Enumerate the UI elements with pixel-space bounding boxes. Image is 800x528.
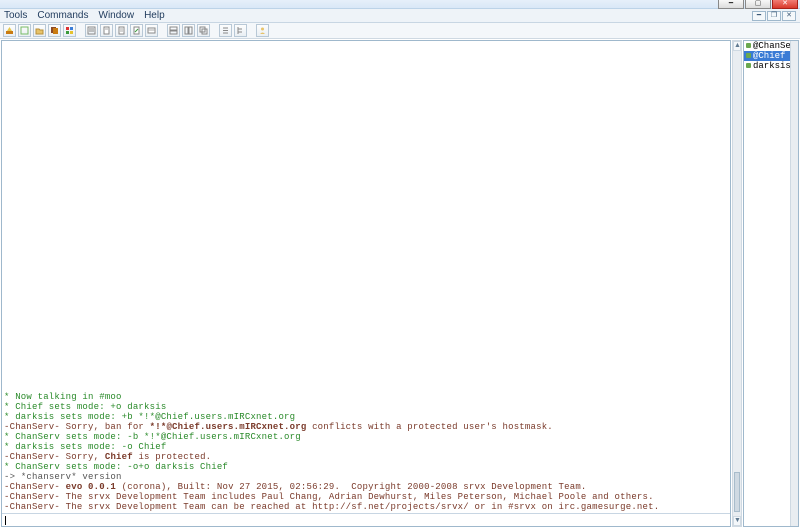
list-icon[interactable] — [219, 24, 232, 37]
status-dot-icon — [746, 53, 751, 58]
close-button[interactable]: ✕ — [772, 0, 798, 9]
chat-line: * Now talking in #moo — [4, 392, 728, 402]
address-book-icon[interactable] — [256, 24, 269, 37]
menu-tools[interactable]: Tools — [4, 10, 27, 21]
settings-icon[interactable] — [85, 24, 98, 37]
menu-window[interactable]: Window — [99, 10, 135, 21]
cascade-icon[interactable] — [197, 24, 210, 37]
chat-line: * ChanServ sets mode: -o+o darksis Chief — [4, 462, 728, 472]
chat-pane: * Now talking in #moo* Chief sets mode: … — [1, 40, 731, 527]
transfers-icon[interactable] — [145, 24, 158, 37]
tile-vertical-icon[interactable] — [182, 24, 195, 37]
maximize-button[interactable]: ▢ — [745, 0, 771, 9]
minimize-button[interactable]: ━ — [718, 0, 744, 9]
scroll-up-icon[interactable]: ▲ — [733, 41, 741, 51]
connect-icon[interactable] — [3, 24, 16, 37]
chat-line: -ChanServ- Sorry, ban for *!*@Chief.user… — [4, 422, 728, 432]
caret-icon — [5, 516, 6, 525]
client-area: * Now talking in #moo* Chief sets mode: … — [0, 39, 800, 528]
chat-input[interactable] — [2, 513, 730, 526]
tile-horizontal-icon[interactable] — [167, 24, 180, 37]
chat-line: -ChanServ- The srvx Development Team can… — [4, 502, 728, 512]
new-server-icon[interactable] — [18, 24, 31, 37]
colors-icon[interactable] — [63, 24, 76, 37]
status-dot-icon — [746, 43, 751, 48]
chat-line: -ChanServ- Sorry, Chief is protected. — [4, 452, 728, 462]
chat-scrollbar[interactable]: ▲ ▼ — [732, 40, 742, 527]
scroll-thumb[interactable] — [734, 472, 740, 512]
chat-line: * Chief sets mode: +o darksis — [4, 402, 728, 412]
tree-icon[interactable] — [234, 24, 247, 37]
status-dot-icon — [746, 63, 751, 68]
nick-label: @Chief — [753, 51, 785, 61]
chat-line: * darksis sets mode: -o Chief — [4, 442, 728, 452]
nick-label: darksis — [753, 61, 791, 71]
menu-commands[interactable]: Commands — [37, 10, 88, 21]
window-controls: ━ ▢ ✕ — [717, 0, 798, 9]
menu-bar: Tools Commands Window Help ━ ❐ ✕ — [0, 9, 800, 23]
toolbar — [0, 23, 800, 39]
open-icon[interactable] — [33, 24, 46, 37]
chat-line: -ChanServ- The srvx Development Team inc… — [4, 492, 728, 502]
menu-help[interactable]: Help — [144, 10, 165, 21]
nick-list[interactable]: @ChanServ@Chiefdarksis — [743, 40, 799, 527]
scroll-down-icon[interactable]: ▼ — [733, 516, 741, 526]
mdi-restore-button[interactable]: ❐ — [767, 11, 781, 21]
mdi-controls: ━ ❐ ✕ — [751, 11, 796, 21]
mdi-close-button[interactable]: ✕ — [782, 11, 796, 21]
chat-line: -ChanServ- evo 0.0.1 (corona), Built: No… — [4, 482, 728, 492]
favorites-icon[interactable] — [100, 24, 113, 37]
copy-icon[interactable] — [48, 24, 61, 37]
chat-line: * ChanServ sets mode: -b *!*@Chief.users… — [4, 432, 728, 442]
script-icon[interactable] — [115, 24, 128, 37]
window-titlebar: ━ ▢ ✕ — [0, 0, 800, 9]
mdi-minimize-button[interactable]: ━ — [752, 11, 766, 21]
chat-line: -> *chanserv* version — [4, 472, 728, 482]
chat-line: * darksis sets mode: +b *!*@Chief.users.… — [4, 412, 728, 422]
nicklist-scrollbar[interactable] — [790, 41, 798, 526]
send-file-icon[interactable] — [130, 24, 143, 37]
chat-log: * Now talking in #moo* Chief sets mode: … — [4, 392, 728, 512]
